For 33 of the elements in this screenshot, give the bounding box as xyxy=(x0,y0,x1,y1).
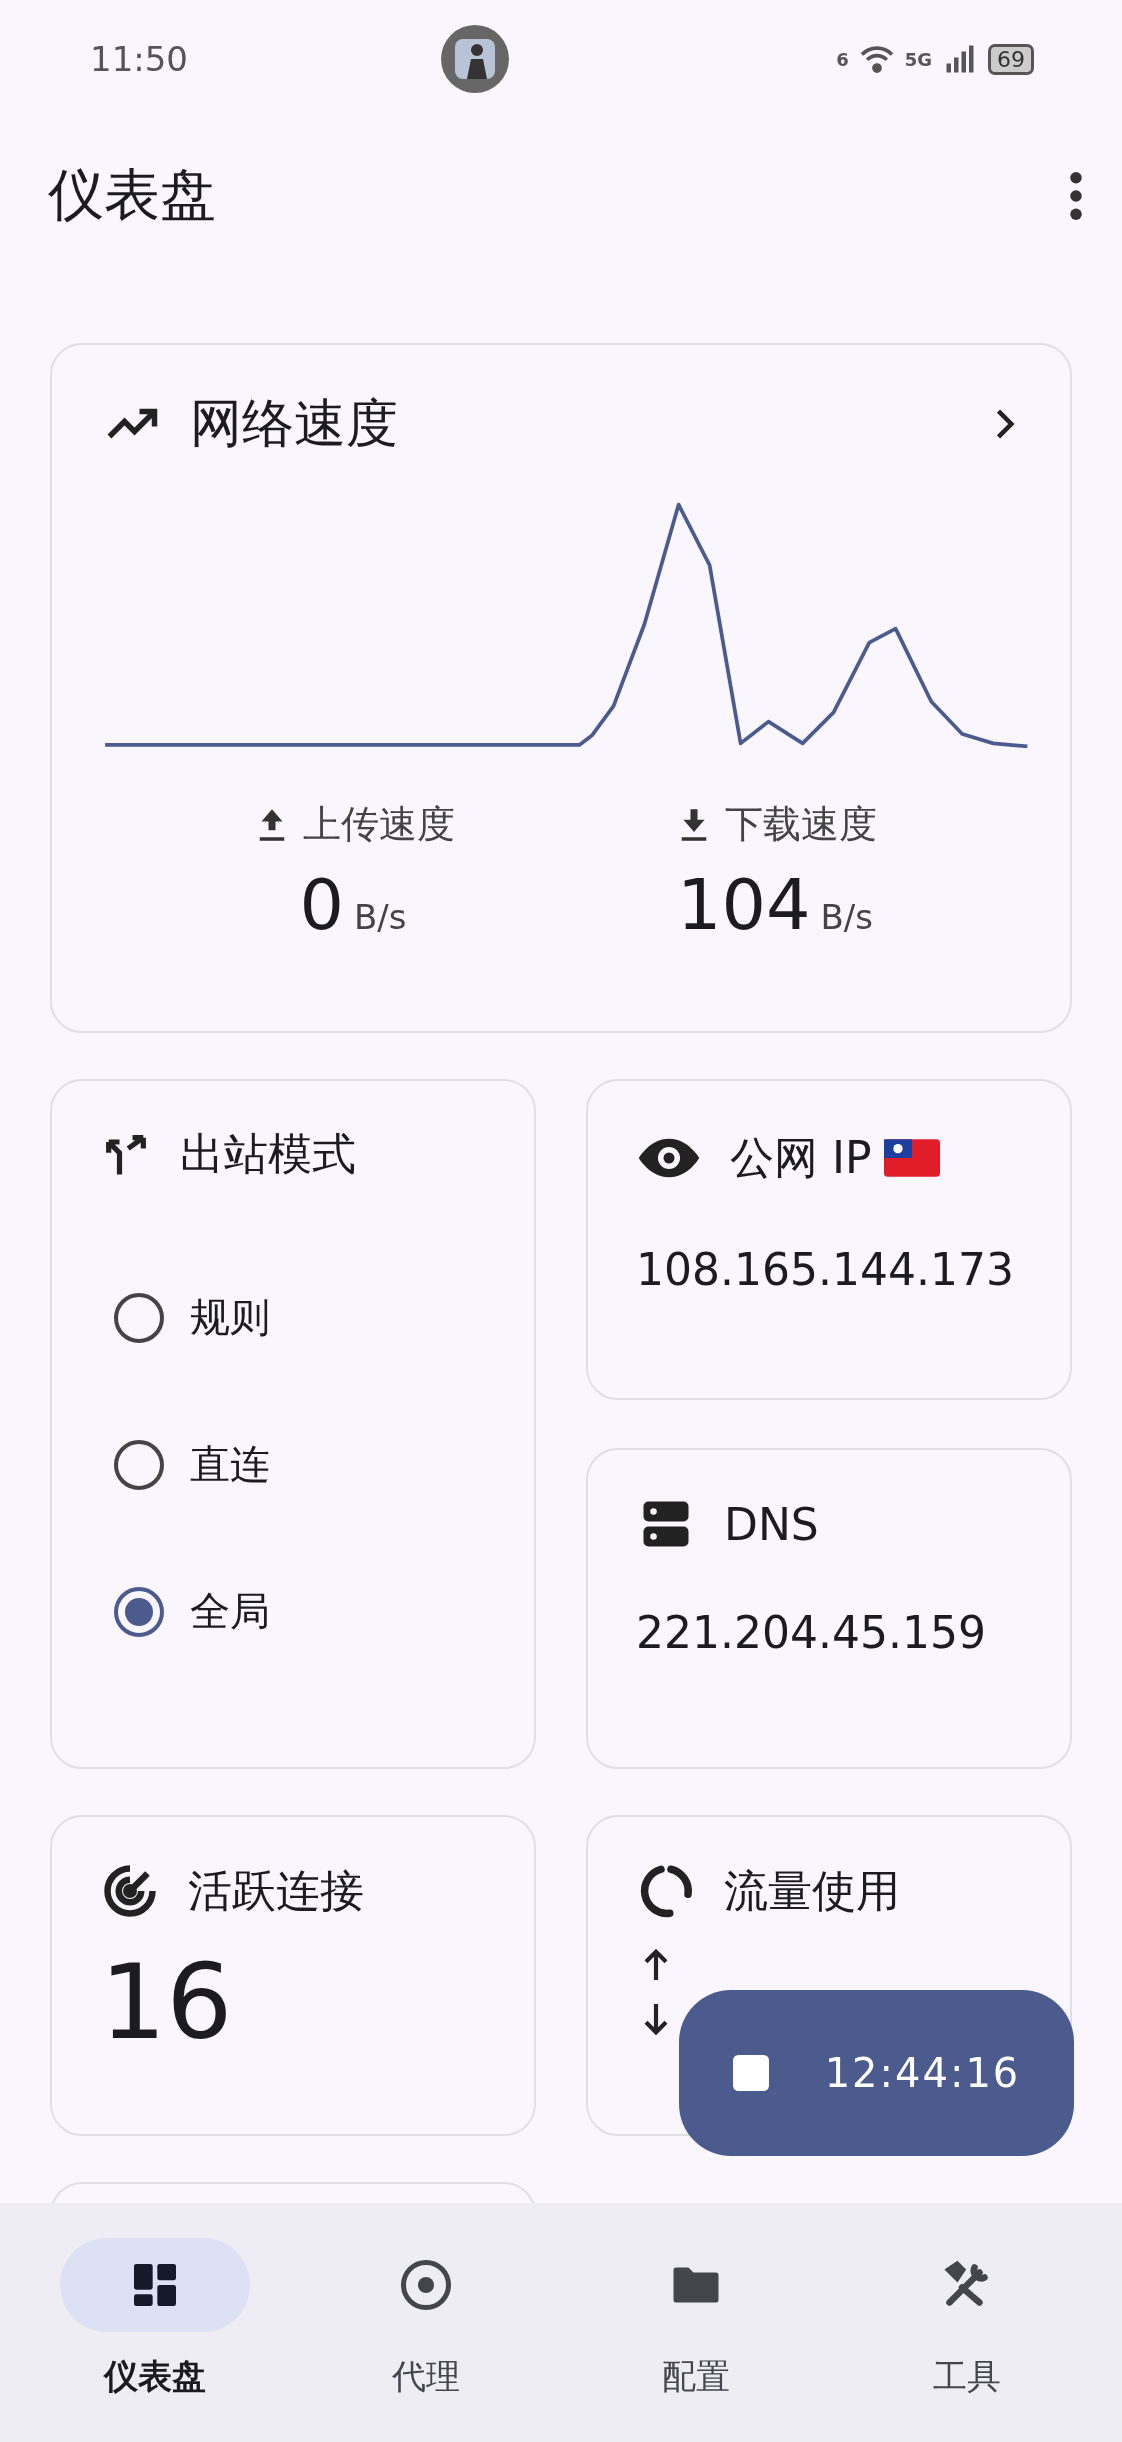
nav-tab[interactable]: 工具 xyxy=(846,2237,1087,2442)
battery-level: 69 xyxy=(988,43,1034,75)
speed-value: 104 xyxy=(676,864,811,946)
status-time: 11:50 xyxy=(90,39,188,79)
speed-unit: B/s xyxy=(354,897,407,937)
speed-label: 上传速度 xyxy=(303,801,455,848)
mode-radio[interactable]: 规则 xyxy=(114,1290,486,1345)
flag-icon xyxy=(883,1139,940,1177)
mode-radio[interactable]: 直连 xyxy=(114,1437,486,1492)
speed-card[interactable]: 网络速度 上传速度 0 B/s 下载速度 104 B/s xyxy=(50,343,1072,1033)
network-label: 5G xyxy=(904,48,932,70)
speed-label: 下载速度 xyxy=(725,801,877,848)
card-title: DNS xyxy=(724,1498,819,1550)
avatar-icon xyxy=(441,25,509,93)
mode-radio[interactable]: 全局 xyxy=(114,1584,486,1639)
card-title: 网络速度 xyxy=(190,392,398,455)
nav-tab[interactable]: 配置 xyxy=(576,2237,817,2442)
ip-address: 108.165.144.173 xyxy=(636,1243,1015,1297)
nav-tab[interactable]: 仪表盘 xyxy=(35,2237,276,2442)
speed-value: 0 xyxy=(299,864,344,946)
connection-count: 16 xyxy=(100,1941,234,2063)
nav-tab[interactable]: 代理 xyxy=(305,2237,546,2442)
card-title: 出站模式 xyxy=(180,1127,356,1181)
stop-timer-button[interactable]: 12:44:16 xyxy=(679,1990,1074,2156)
card-title: 公网 IP xyxy=(730,1130,872,1185)
card-title: 流量使用 xyxy=(724,1863,900,1918)
speed-unit: B/s xyxy=(820,897,874,937)
page-title: 仪表盘 xyxy=(48,160,216,229)
wifi-label: 6 xyxy=(836,48,849,70)
dns-address: 221.204.45.159 xyxy=(636,1606,987,1660)
card-title: 活跃连接 xyxy=(188,1863,364,1918)
more-icon xyxy=(1070,171,1082,220)
stop-icon xyxy=(732,2055,769,2091)
